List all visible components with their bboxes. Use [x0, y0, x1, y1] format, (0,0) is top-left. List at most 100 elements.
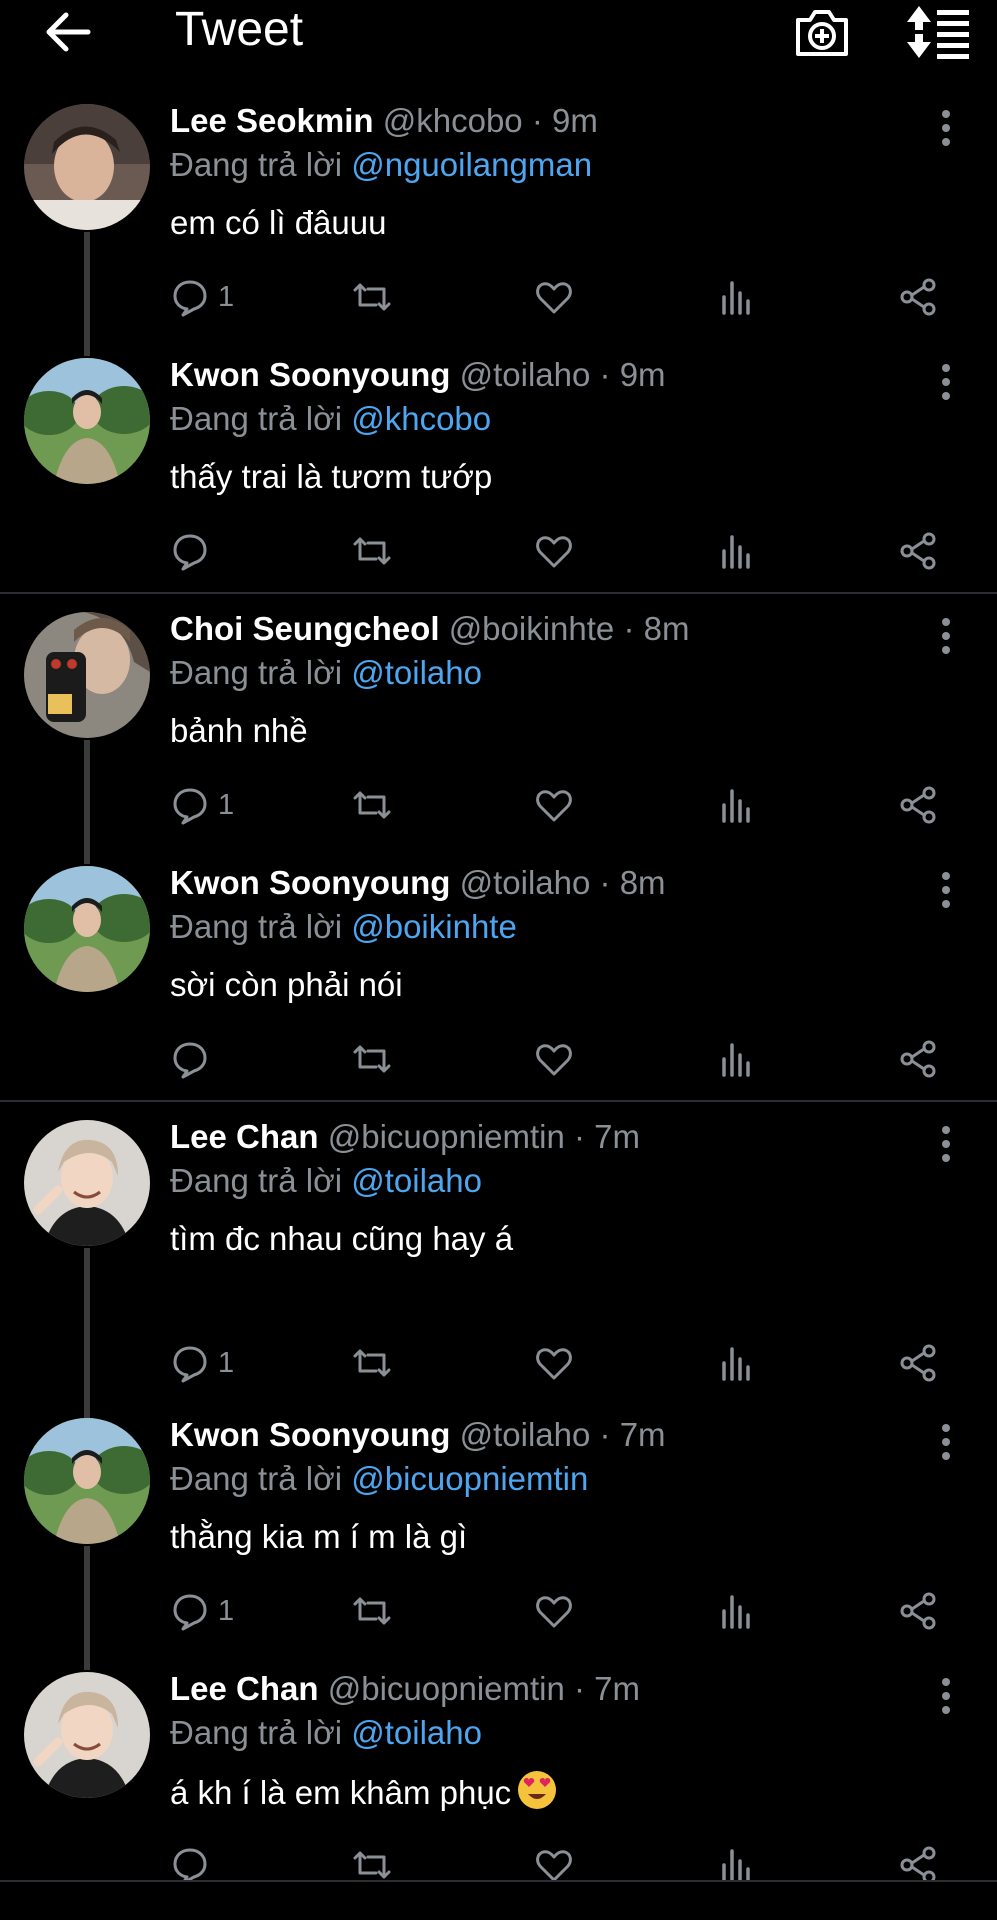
- arrow-left-icon[interactable]: [42, 6, 94, 58]
- reply-button[interactable]: 1: [170, 1586, 234, 1636]
- reply-icon: [173, 788, 207, 825]
- author-name[interactable]: Kwon Soonyoung: [170, 864, 450, 901]
- divider: [0, 592, 997, 594]
- like-button[interactable]: [534, 1840, 574, 1880]
- page-title: Tweet: [175, 3, 304, 56]
- share-icon: [900, 278, 936, 316]
- more-options-icon[interactable]: [930, 108, 962, 148]
- author-meta: @toilaho · 9m: [459, 356, 666, 393]
- retweet-button[interactable]: [352, 1840, 392, 1880]
- more-options-icon[interactable]: [930, 362, 962, 402]
- mention-link[interactable]: @toilaho: [351, 654, 482, 691]
- views-button[interactable]: [716, 526, 756, 576]
- avatar[interactable]: [24, 866, 150, 992]
- heart-icon: [536, 1348, 572, 1380]
- heart-eyes-emoji-icon: [518, 1771, 557, 1809]
- views-button[interactable]: [716, 1840, 756, 1880]
- views-button[interactable]: [716, 272, 756, 322]
- reply-button[interactable]: [170, 526, 218, 576]
- author-name[interactable]: Lee Chan: [170, 1670, 319, 1707]
- views-button[interactable]: [716, 1586, 756, 1636]
- share-button[interactable]: [898, 1586, 938, 1636]
- avatar[interactable]: [24, 1418, 150, 1544]
- like-button[interactable]: [534, 272, 574, 322]
- reply-button[interactable]: [170, 1840, 218, 1880]
- retweet-button[interactable]: [352, 1034, 392, 1084]
- reply-button[interactable]: 1: [170, 780, 234, 830]
- like-button[interactable]: [534, 780, 574, 830]
- tweet-text: tìm đc nhau cũng hay á: [170, 1220, 514, 1257]
- views-icon: [722, 281, 750, 315]
- retweet-button[interactable]: [352, 780, 392, 830]
- sort-icon[interactable]: [905, 4, 971, 60]
- mention-link[interactable]: @boikinhte: [351, 908, 517, 945]
- mention-link[interactable]: @toilaho: [351, 1714, 482, 1751]
- share-button[interactable]: [898, 1338, 938, 1388]
- tweet-text: á kh í là em khâm phục: [170, 1774, 512, 1811]
- share-button[interactable]: [898, 526, 938, 576]
- author-name[interactable]: Kwon Soonyoung: [170, 356, 450, 393]
- share-icon: [900, 1344, 936, 1382]
- more-options-icon[interactable]: [930, 1124, 962, 1164]
- avatar[interactable]: [24, 358, 150, 484]
- camera-plus-icon[interactable]: [792, 4, 852, 60]
- like-button[interactable]: [534, 526, 574, 576]
- author-name[interactable]: Lee Seokmin: [170, 102, 374, 139]
- views-icon: [722, 535, 750, 569]
- retweet-icon: [353, 1597, 391, 1625]
- tweet-text: bảnh nhề: [170, 712, 308, 749]
- share-button[interactable]: [898, 1840, 938, 1880]
- retweet-button[interactable]: [352, 526, 392, 576]
- share-button[interactable]: [898, 272, 938, 322]
- reply-button[interactable]: 1: [170, 272, 234, 322]
- reply-count: 1: [218, 280, 235, 313]
- divider: [0, 1100, 997, 1102]
- avatar[interactable]: [24, 612, 150, 738]
- top-bar: Tweet: [0, 0, 997, 64]
- reply-prefix: Đang trả lời: [170, 1714, 343, 1751]
- views-icon: [722, 1043, 750, 1077]
- mention-link[interactable]: @nguoilangman: [351, 146, 592, 183]
- like-button[interactable]: [534, 1034, 574, 1084]
- share-button[interactable]: [898, 780, 938, 830]
- author-meta: @bicuopniemtin · 7m: [327, 1670, 641, 1707]
- share-icon: [900, 1846, 936, 1880]
- author-meta: @khcobo · 9m: [382, 102, 598, 139]
- views-button[interactable]: [716, 1338, 756, 1388]
- retweet-button[interactable]: [352, 272, 392, 322]
- more-options-icon[interactable]: [930, 1422, 962, 1462]
- like-button[interactable]: [534, 1586, 574, 1636]
- retweet-icon: [353, 1851, 391, 1879]
- heart-icon: [536, 282, 572, 314]
- more-options-icon[interactable]: [930, 1676, 962, 1716]
- avatar[interactable]: [24, 1672, 150, 1798]
- mention-link[interactable]: @toilaho: [351, 1162, 482, 1199]
- views-button[interactable]: [716, 780, 756, 830]
- views-icon: [722, 789, 750, 823]
- more-options-icon[interactable]: [930, 870, 962, 910]
- views-icon: [722, 1595, 750, 1629]
- mention-link[interactable]: @bicuopniemtin: [351, 1460, 588, 1497]
- avatar[interactable]: [24, 1120, 150, 1246]
- reply-prefix: Đang trả lời: [170, 1162, 343, 1199]
- heart-icon: [536, 1044, 572, 1076]
- like-button[interactable]: [534, 1338, 574, 1388]
- reply-button[interactable]: [170, 1034, 218, 1084]
- reply-prefix: Đang trả lời: [170, 400, 343, 437]
- reply-button[interactable]: 1: [170, 1338, 234, 1388]
- author-name[interactable]: Lee Chan: [170, 1118, 319, 1155]
- mention-link[interactable]: @khcobo: [351, 400, 491, 437]
- retweet-button[interactable]: [352, 1586, 392, 1636]
- retweet-button[interactable]: [352, 1338, 392, 1388]
- author-name[interactable]: Kwon Soonyoung: [170, 1416, 450, 1453]
- avatar[interactable]: [24, 104, 150, 230]
- reply-icon: [173, 1346, 207, 1383]
- author-meta: @toilaho · 8m: [459, 864, 666, 901]
- share-icon: [900, 532, 936, 570]
- reply-icon: [173, 1848, 207, 1880]
- views-button[interactable]: [716, 1034, 756, 1084]
- author-name[interactable]: Choi Seungcheol: [170, 610, 440, 647]
- retweet-icon: [353, 537, 391, 565]
- more-options-icon[interactable]: [930, 616, 962, 656]
- share-button[interactable]: [898, 1034, 938, 1084]
